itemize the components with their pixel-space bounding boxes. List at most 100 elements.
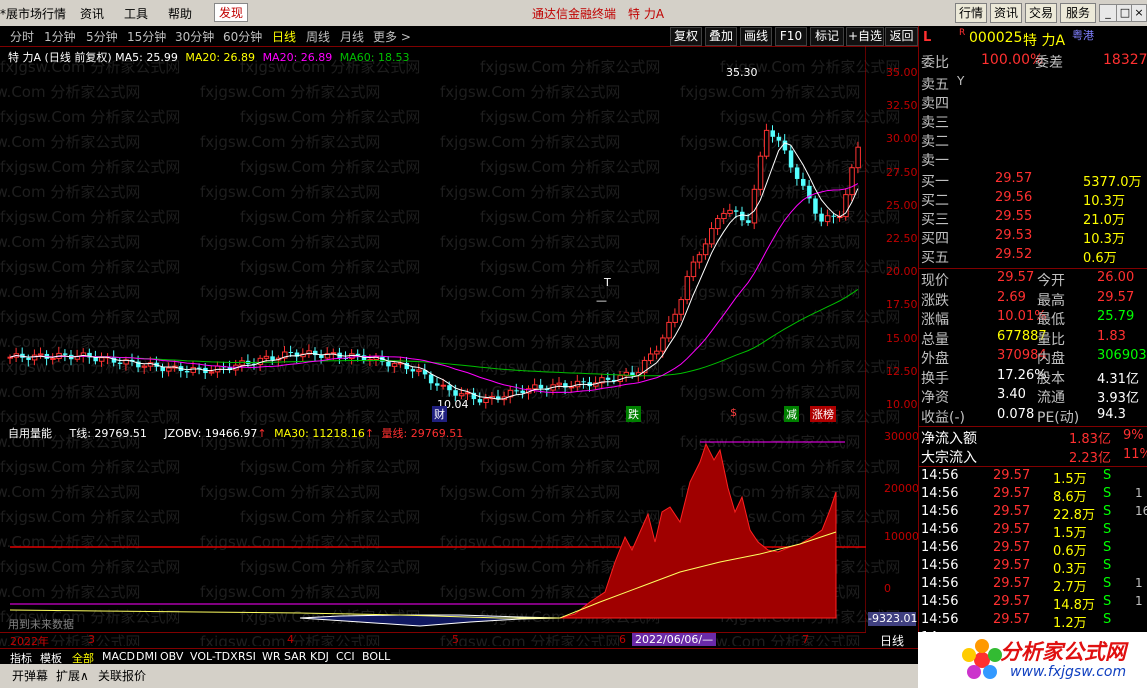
candle[interactable]	[574, 380, 581, 388]
tick-row[interactable]: 14:56 29.57 22.8万 S 16	[919, 504, 1147, 523]
sell-row[interactable]: 卖五 Y	[919, 74, 1147, 93]
flow-row[interactable]: 大宗流入 2.23亿 11%	[919, 447, 1147, 466]
candle[interactable]	[483, 398, 489, 403]
indicator-tab[interactable]: KDJ	[310, 650, 329, 663]
period-60min[interactable]: 60分钟	[223, 28, 262, 45]
menu-market[interactable]: *展市场行情	[0, 5, 66, 22]
candle[interactable]	[782, 140, 788, 151]
candle[interactable]	[831, 215, 837, 217]
candle[interactable]	[538, 384, 544, 389]
btn-mark[interactable]: 标记	[810, 27, 844, 46]
candle[interactable]	[824, 215, 831, 223]
candle[interactable]	[520, 390, 525, 394]
btn-f10[interactable]: F10	[775, 27, 807, 46]
tick-row[interactable]: 14:56 29.57 1.5万 S	[919, 522, 1147, 541]
candle[interactable]	[654, 350, 660, 355]
menu-help[interactable]: 帮助	[168, 5, 192, 22]
volume-indicator-chart[interactable]	[0, 422, 866, 632]
candle[interactable]	[770, 130, 776, 137]
candle[interactable]	[733, 210, 739, 212]
indicator-tab[interactable]: OBV	[160, 650, 183, 663]
candle[interactable]	[648, 353, 654, 361]
stat-row[interactable]: 涨跌 2.69 最高 29.57	[919, 290, 1147, 309]
buy-row[interactable]: 买五 29.52 0.6万	[919, 247, 1147, 266]
tick-row[interactable]: 14:56 29.57 8.6万 S 1	[919, 486, 1147, 505]
btn-trade[interactable]: 交易	[1025, 3, 1057, 23]
btn-add-watch[interactable]: +自选	[846, 27, 884, 46]
marker-fin[interactable]: 财	[432, 406, 447, 422]
marker-drop[interactable]: 跌	[626, 406, 641, 422]
sell-row[interactable]: 卖二	[919, 131, 1147, 150]
buy-row[interactable]: 买四 29.53 10.3万	[919, 228, 1147, 247]
sell-row[interactable]: 卖三	[919, 112, 1147, 131]
btn-back[interactable]: 返回	[885, 27, 918, 46]
candle[interactable]	[849, 167, 855, 196]
buy-row[interactable]: 买一 29.57 5377.0万	[919, 171, 1147, 190]
kline-chart[interactable]: 35.30 10.04 — T	[0, 46, 866, 422]
buy-row[interactable]: 买三 29.55 21.0万	[919, 209, 1147, 228]
candle[interactable]	[556, 382, 562, 386]
stat-row[interactable]: 换手 17.26% 股本 4.31亿	[919, 368, 1147, 387]
candle[interactable]	[581, 381, 586, 383]
tick-row[interactable]: 14:56 29.57 1.5万 S	[919, 468, 1147, 487]
candle[interactable]	[788, 150, 794, 168]
candle[interactable]	[740, 211, 745, 221]
candle[interactable]	[93, 357, 98, 362]
close-icon[interactable]: ×	[1131, 4, 1147, 22]
candle[interactable]	[678, 299, 684, 315]
candle[interactable]	[813, 198, 818, 214]
indicator-tab[interactable]: DMI	[136, 650, 157, 663]
candle[interactable]	[416, 369, 422, 372]
btn-quote[interactable]: 行情	[955, 3, 987, 23]
candle[interactable]	[684, 276, 691, 301]
candle[interactable]	[801, 178, 806, 186]
candle[interactable]	[709, 228, 715, 245]
candle[interactable]	[690, 261, 697, 278]
candle[interactable]	[514, 390, 519, 392]
period-daily[interactable]: 日线	[272, 28, 296, 45]
candle[interactable]	[794, 167, 800, 179]
btn-news[interactable]: 资讯	[990, 3, 1022, 23]
candle[interactable]	[855, 146, 861, 169]
tick-row[interactable]: 14:56 29.57 0.3万 S	[919, 558, 1147, 577]
stat-row[interactable]: 收益(-) 0.078 PE(动) 94.3	[919, 407, 1147, 426]
btn-draw[interactable]: 画线	[740, 27, 772, 46]
candle[interactable]	[166, 367, 172, 372]
candle[interactable]	[38, 353, 44, 356]
candle[interactable]	[239, 360, 245, 366]
candle[interactable]	[696, 254, 703, 263]
candle[interactable]	[660, 337, 666, 352]
candle[interactable]	[666, 321, 672, 339]
candle[interactable]	[447, 385, 452, 391]
menu-news[interactable]: 资讯	[80, 5, 104, 22]
period-30min[interactable]: 30分钟	[175, 28, 214, 45]
stat-row[interactable]: 净资 3.40 流通 3.93亿	[919, 387, 1147, 406]
btn-expand[interactable]: 扩展∧	[56, 667, 89, 684]
buy-row[interactable]: 买二 29.56 10.3万	[919, 190, 1147, 209]
menu-tools[interactable]: 工具	[124, 5, 148, 22]
marker-reduce[interactable]: 减	[784, 406, 799, 422]
period-monthly[interactable]: 月线	[340, 28, 364, 45]
indicator-tab[interactable]: RSI	[238, 650, 256, 663]
candle[interactable]	[751, 188, 758, 224]
candle[interactable]	[330, 352, 337, 355]
candle[interactable]	[532, 384, 538, 390]
btn-related-quote[interactable]: 关联报价	[98, 667, 146, 684]
stat-row[interactable]: 现价 29.57 今开 26.00	[919, 270, 1147, 289]
candle[interactable]	[763, 129, 770, 157]
candle[interactable]	[160, 366, 166, 372]
tick-row[interactable]: 14:56 29.57 1.2万 S	[919, 612, 1147, 631]
candle[interactable]	[746, 220, 751, 223]
candle[interactable]	[386, 361, 391, 367]
candle[interactable]	[410, 369, 416, 372]
candle[interactable]	[672, 313, 678, 323]
candle[interactable]	[757, 155, 764, 190]
candle[interactable]	[141, 365, 148, 368]
candle[interactable]	[288, 351, 294, 353]
candle[interactable]	[184, 370, 190, 373]
candle[interactable]	[458, 393, 465, 397]
indicator-tab[interactable]: BOLL	[362, 650, 390, 663]
candle[interactable]	[117, 362, 123, 365]
period-1min[interactable]: 1分钟	[44, 28, 76, 45]
candle[interactable]	[50, 357, 56, 360]
